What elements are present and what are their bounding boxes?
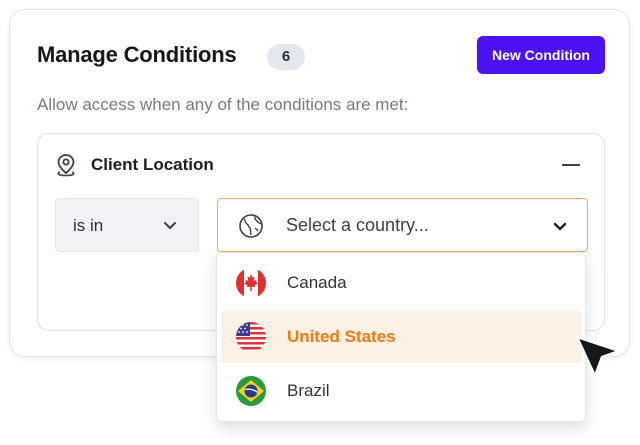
- mouse-pointer-icon: [575, 335, 621, 378]
- country-option-label: United States: [287, 327, 396, 346]
- country-option-label: Brazil: [287, 381, 330, 400]
- country-dropdown: Canada United States Brazil: [216, 252, 586, 422]
- conditions-description: Allow access when any of the conditions …: [37, 95, 409, 114]
- country-option-united-states[interactable]: United States: [221, 311, 582, 363]
- country-select[interactable]: Select a country...: [217, 198, 588, 252]
- new-condition-button[interactable]: New Condition: [477, 36, 605, 74]
- page-title: Manage Conditions: [37, 42, 237, 67]
- operator-select[interactable]: is in: [55, 198, 199, 252]
- map-pin-icon: [57, 154, 75, 177]
- country-option-canada[interactable]: Canada: [221, 257, 582, 309]
- canada-flag-icon: [236, 268, 266, 298]
- globe-icon: [239, 214, 263, 238]
- condition-count-badge: 6: [267, 44, 305, 70]
- condition-title: Client Location: [91, 155, 214, 174]
- chevron-down-icon: [553, 222, 567, 231]
- operator-value: is in: [73, 216, 104, 235]
- collapse-icon[interactable]: [562, 164, 580, 166]
- country-option-brazil[interactable]: Brazil: [221, 365, 582, 417]
- us-flag-icon: [236, 322, 266, 352]
- country-option-label: Canada: [287, 273, 347, 292]
- country-placeholder: Select a country...: [286, 215, 429, 235]
- brazil-flag-icon: [236, 376, 266, 406]
- chevron-down-icon: [164, 222, 176, 229]
